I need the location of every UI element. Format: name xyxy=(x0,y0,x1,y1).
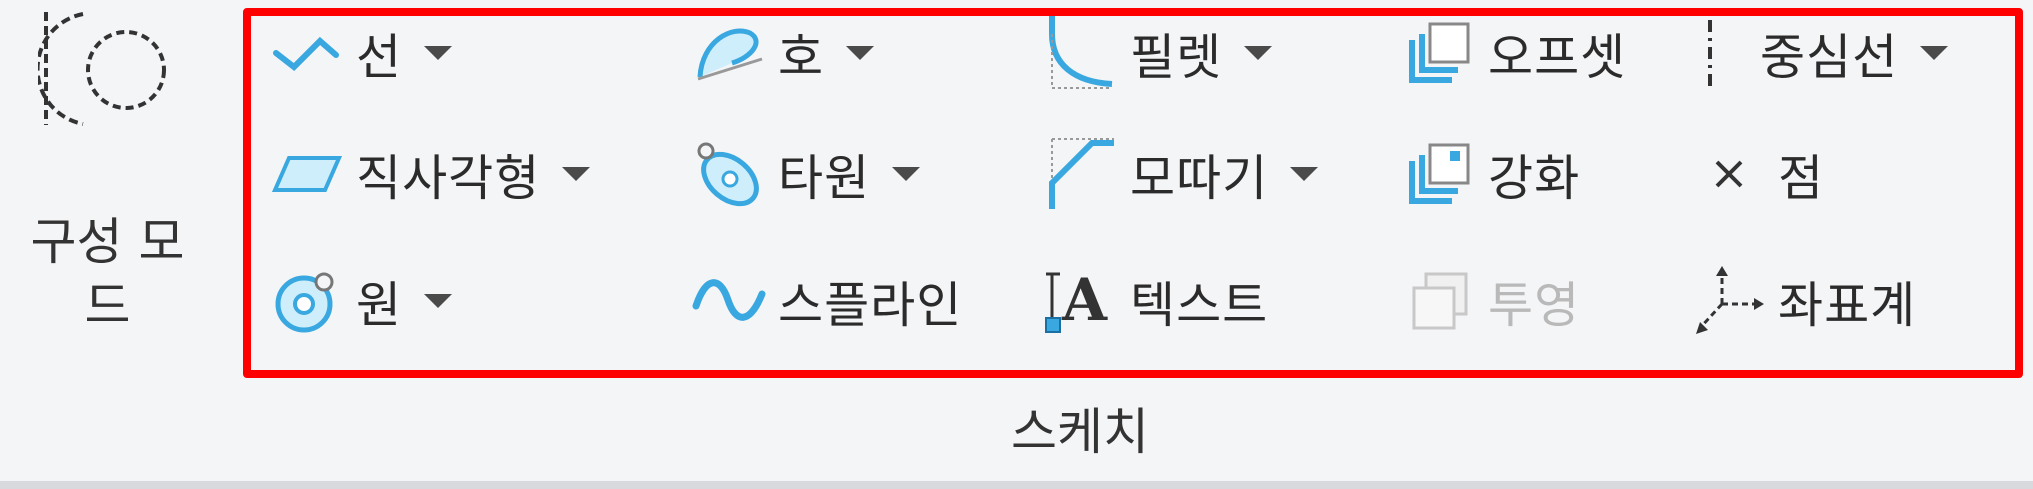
ellipse-tool[interactable]: 타원 xyxy=(690,124,921,224)
circle-dropdown-arrow[interactable] xyxy=(424,294,453,308)
circle-icon xyxy=(268,262,346,340)
ellipse-dropdown-arrow[interactable] xyxy=(892,167,921,181)
line-tool[interactable]: 선 xyxy=(268,3,453,103)
rectangle-icon xyxy=(268,135,346,213)
offset-label: 오프셋 xyxy=(1488,28,1627,86)
ellipse-label: 타원 xyxy=(778,149,871,207)
circle-label: 원 xyxy=(356,276,403,334)
thicken-icon xyxy=(1400,135,1478,213)
text-icon: A xyxy=(1042,262,1120,340)
arc-label: 호 xyxy=(778,28,825,86)
centerline-dropdown-arrow[interactable] xyxy=(1920,46,1949,60)
point-icon xyxy=(1690,135,1768,213)
spline-tool[interactable]: 스플라인 xyxy=(690,251,962,351)
chamfer-dropdown-arrow[interactable] xyxy=(1290,167,1319,181)
fillet-label: 필렛 xyxy=(1130,28,1223,86)
fillet-dropdown-arrow[interactable] xyxy=(1244,46,1273,60)
line-dropdown-arrow[interactable] xyxy=(424,46,453,60)
chamfer-icon xyxy=(1042,135,1120,213)
rectangle-dropdown-arrow[interactable] xyxy=(562,167,591,181)
point-label: 점 xyxy=(1778,149,1825,207)
rectangle-label: 직사각형 xyxy=(356,149,541,207)
spline-label: 스플라인 xyxy=(778,276,963,334)
arc-icon xyxy=(690,14,768,92)
fillet-icon xyxy=(1042,14,1120,92)
coordinate-system-tool[interactable]: 좌표계 xyxy=(1690,251,1916,351)
thicken-tool[interactable]: 강화 xyxy=(1400,124,1580,224)
centerline-label: 중심선 xyxy=(1760,28,1899,86)
circle-tool[interactable]: 원 xyxy=(268,251,453,351)
point-tool[interactable]: 점 xyxy=(1690,124,1824,224)
thicken-label: 강화 xyxy=(1488,149,1581,207)
offset-icon xyxy=(1400,14,1478,92)
rectangle-tool[interactable]: 직사각형 xyxy=(268,124,591,224)
ribbon-bottom-border xyxy=(0,481,2033,489)
svg-text:A: A xyxy=(1061,266,1108,334)
spline-icon xyxy=(690,262,768,340)
chamfer-tool[interactable]: 모따기 xyxy=(1042,124,1319,224)
text-label: 텍스트 xyxy=(1130,276,1269,334)
construction-mode-icon xyxy=(38,12,166,126)
project-label: 투영 xyxy=(1488,276,1581,334)
line-icon xyxy=(268,14,346,92)
coordinate-system-icon xyxy=(1690,262,1768,340)
coordinate-system-label: 좌표계 xyxy=(1778,276,1917,334)
fillet-tool[interactable]: 필렛 xyxy=(1042,3,1273,103)
text-tool[interactable]: A 텍스트 xyxy=(1042,251,1268,351)
construction-mode-label: 구성 모 드 xyxy=(30,213,185,335)
sketch-group-label: 스케치 xyxy=(1011,403,1149,461)
project-tool[interactable]: 투영 xyxy=(1400,251,1580,351)
centerline-icon xyxy=(1690,14,1730,92)
arc-dropdown-arrow[interactable] xyxy=(846,46,875,60)
ellipse-icon xyxy=(690,135,768,213)
construction-mode-button[interactable]: 구성 모 드 xyxy=(10,10,200,340)
centerline-tool[interactable]: 중심선 xyxy=(1690,3,1949,103)
project-icon xyxy=(1400,262,1478,340)
chamfer-label: 모따기 xyxy=(1130,149,1269,207)
arc-tool[interactable]: 호 xyxy=(690,3,875,103)
line-label: 선 xyxy=(356,28,403,86)
offset-tool[interactable]: 오프셋 xyxy=(1400,3,1626,103)
